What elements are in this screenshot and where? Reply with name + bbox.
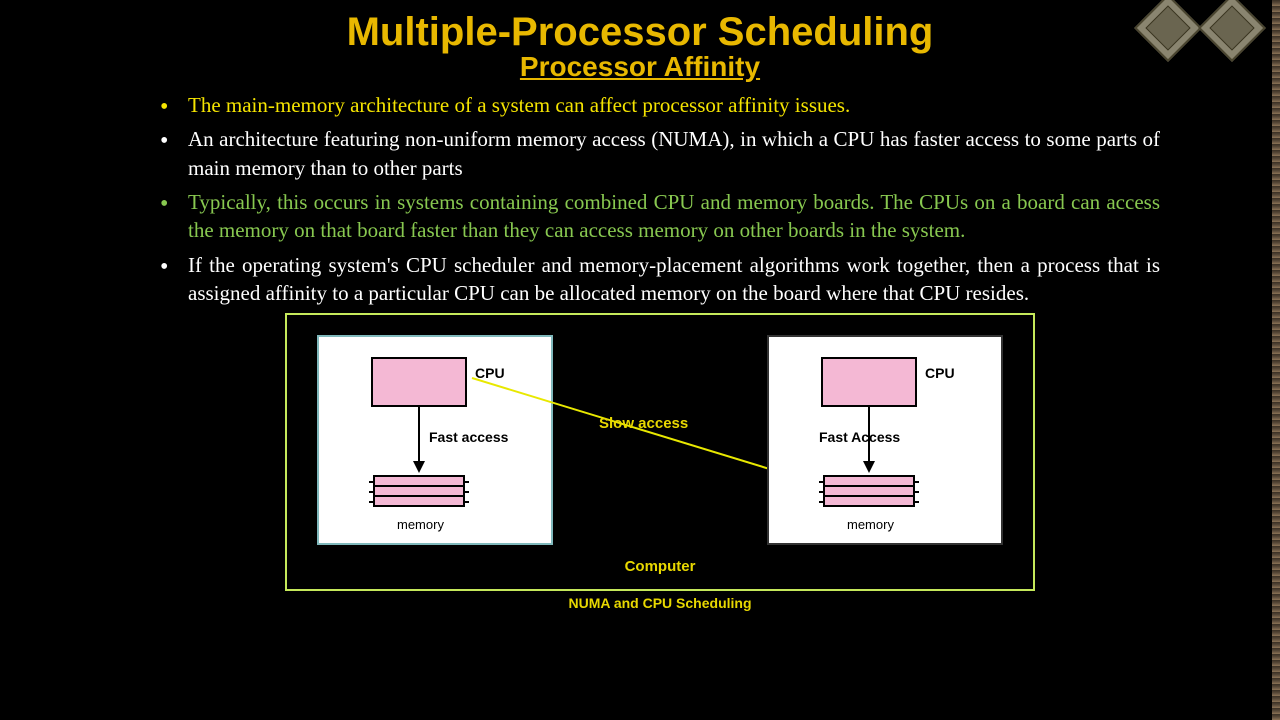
memory-label: memory	[847, 517, 894, 532]
memory-layer	[373, 495, 465, 507]
slide-content: The main-memory architecture of a system…	[0, 83, 1280, 611]
slide-header: Multiple-Processor Scheduling Processor …	[0, 0, 1280, 83]
diagram-board-left: CPU Fast access memory	[317, 335, 553, 545]
cpu-box	[371, 357, 467, 407]
bullet-item: Typically, this occurs in systems contai…	[160, 188, 1160, 245]
numa-diagram: CPU Fast access memory Slow access CPU F…	[285, 313, 1035, 591]
fast-access-label: Fast Access	[819, 429, 900, 445]
computer-label: Computer	[625, 558, 696, 575]
bullet-list: The main-memory architecture of a system…	[160, 91, 1160, 307]
diagram-caption: NUMA and CPU Scheduling	[160, 595, 1160, 611]
arrow-down-icon	[418, 407, 420, 471]
cpu-box	[821, 357, 917, 407]
bullet-item: The main-memory architecture of a system…	[160, 91, 1160, 119]
memory-stack	[823, 477, 915, 507]
bullet-item: An architecture featuring non-uniform me…	[160, 125, 1160, 182]
bullet-item: If the operating system's CPU scheduler …	[160, 251, 1160, 308]
cpu-label: CPU	[925, 365, 955, 381]
memory-stack	[373, 477, 465, 507]
memory-layer	[823, 495, 915, 507]
fast-access-label: Fast access	[429, 429, 508, 445]
slide-edge-decoration	[1272, 0, 1280, 720]
slide-title: Multiple-Processor Scheduling	[0, 10, 1280, 55]
diagram-board-right: CPU Fast Access memory	[767, 335, 1003, 545]
slide-subtitle: Processor Affinity	[0, 51, 1280, 83]
cpu-chip-icons	[1144, 4, 1256, 52]
slow-access-label: Slow access	[599, 415, 688, 432]
memory-label: memory	[397, 517, 444, 532]
